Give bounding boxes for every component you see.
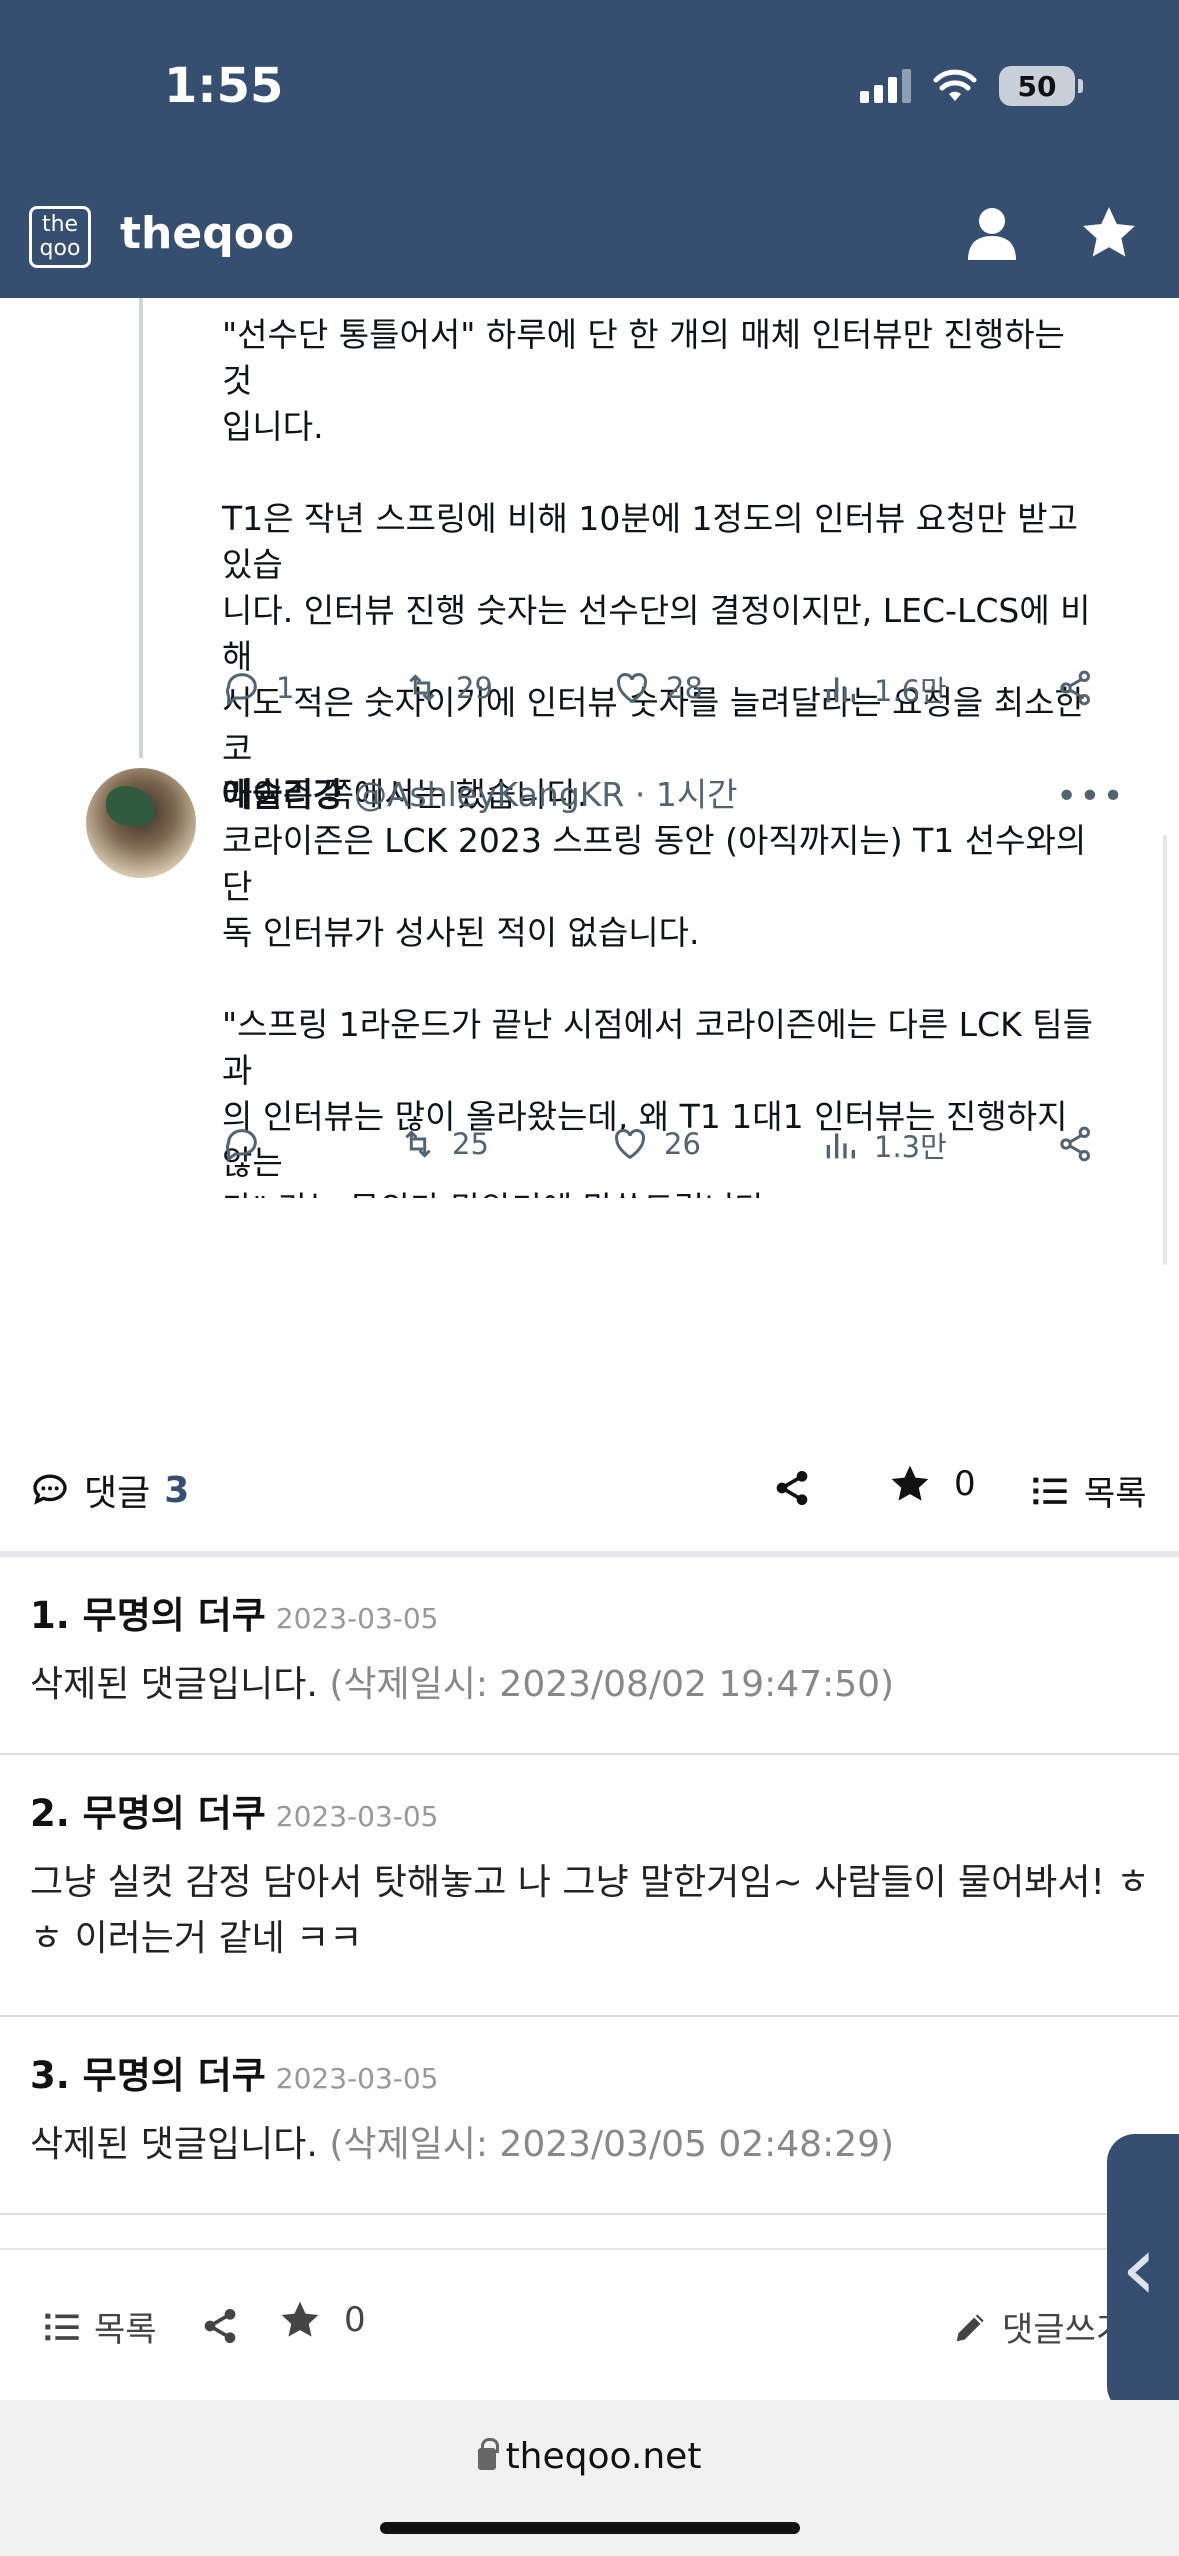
comment-header: 1. 무명의 더쿠 2023-03-05: [30, 1585, 439, 1639]
more-options-icon[interactable]: •••: [1056, 776, 1126, 817]
user-icon[interactable]: [966, 206, 1018, 262]
url-display[interactable]: theqoo.net: [0, 2436, 1179, 2477]
share-icon: [1060, 670, 1090, 706]
wifi-icon: [933, 69, 977, 101]
comment-body: 그냥 실컷 감정 담아서 탓해놓고 나 그냥 말한거임~ 사람들이 물어봐서! …: [30, 1862, 1150, 1959]
thread-line: [139, 298, 143, 758]
heart-icon: [614, 1128, 646, 1160]
reply-icon: [226, 673, 257, 706]
battery-icon: 50: [999, 66, 1083, 106]
retweet-icon: [405, 1130, 431, 1158]
retweet-icon: [409, 674, 435, 702]
bottom-action-bar: 목록 0 댓글쓰기: [0, 2248, 1179, 2400]
comment-item: 1. 무명의 더쿠 2023-03-05 삭제된 댓글입니다. (삭제일시: 20…: [0, 1557, 1179, 1755]
status-time: 1:55: [164, 58, 284, 114]
star-icon: [281, 2301, 319, 2337]
comments-bar: 댓글 3 0 목록: [0, 1454, 1179, 1526]
like-button[interactable]: 26: [610, 1124, 701, 1164]
star-icon[interactable]: [1078, 202, 1140, 264]
share-icon: [1060, 1126, 1090, 1162]
share-icon[interactable]: [772, 1468, 812, 1508]
tweet-author[interactable]: 애슐리강 @AshleyKangKR · 1시간: [222, 768, 738, 816]
browser-url-bar[interactable]: theqoo.net: [0, 2400, 1179, 2556]
retweet-button[interactable]: 29: [402, 668, 493, 708]
comment-header: 3. 무명의 더쿠 2023-03-05: [30, 2045, 439, 2099]
cellular-signal-icon: [860, 69, 911, 103]
comment-deleted-meta: (삭제일시: 2023/03/05 02:48:29): [329, 2124, 895, 2165]
home-indicator: [380, 2522, 800, 2534]
author-avatar[interactable]: [86, 768, 196, 878]
favorite-button[interactable]: 0: [888, 1462, 976, 1506]
list-icon: [1033, 1477, 1067, 1504]
comment-author: 2. 무명의 더쿠: [30, 1792, 266, 1835]
share-button[interactable]: [1056, 1124, 1096, 1164]
comment-author: 3. 무명의 더쿠: [30, 2054, 266, 2097]
tweet-actions-1: 1 29 28 1.6만: [222, 668, 1100, 718]
share-icon[interactable]: [200, 2306, 240, 2346]
views-button[interactable]: 1.3만: [820, 1124, 947, 1166]
bar-chart-icon: [826, 1133, 855, 1159]
favorite-count: 0: [954, 1464, 976, 1504]
list-button[interactable]: 목록: [1030, 1466, 1147, 1515]
reply-button[interactable]: 1: [222, 668, 294, 708]
star-icon: [891, 1465, 929, 1501]
status-icons: 50: [860, 66, 1083, 106]
comments-count-value: 3: [164, 1469, 190, 1511]
tweet-actions-2: 25 26 1.3만: [222, 1124, 1100, 1174]
bar-chart-icon: [826, 677, 855, 703]
comment-date: 2023-03-05: [275, 2062, 439, 2095]
author-name: 애슐리강: [222, 775, 344, 814]
comment-header: 2. 무명의 더쿠 2023-03-05: [30, 1783, 439, 1837]
favorite-button[interactable]: 0: [278, 2298, 366, 2342]
comment-body: 삭제된 댓글입니다. (삭제일시: 2023/03/05 02:48:29): [30, 2124, 895, 2165]
site-logo[interactable]: the qoo: [29, 206, 91, 268]
list-icon: [45, 2313, 79, 2340]
scrollbar[interactable]: [1163, 835, 1167, 1265]
site-title[interactable]: theqoo: [120, 208, 294, 259]
top-header: 1:55 50 the qoo theqoo: [0, 0, 1179, 298]
embedded-tweets: "선수단 통틀어서" 하루에 단 한 개의 매체 인터뷰만 진행하는 것 입니다…: [0, 298, 1179, 1198]
share-button[interactable]: [1056, 668, 1096, 708]
side-panel-toggle[interactable]: ‹: [1107, 2134, 1179, 2414]
comment-item: 3. 무명의 더쿠 2023-03-05 삭제된 댓글입니다. (삭제일시: 20…: [0, 2017, 1179, 2215]
comment-date: 2023-03-05: [275, 1800, 439, 1833]
comment-body: 삭제된 댓글입니다. (삭제일시: 2023/08/02 19:47:50): [30, 1664, 895, 1705]
comment-item: 2. 무명의 더쿠 2023-03-05 그냥 실컷 감정 담아서 탓해놓고 나 …: [0, 1755, 1179, 2017]
views-button[interactable]: 1.6만: [820, 668, 947, 710]
comment-bubble-icon: [33, 1474, 67, 1505]
write-comment-button[interactable]: 댓글쓰기: [952, 2302, 1127, 2351]
comments-label: 댓글: [84, 1473, 151, 1514]
comments-count[interactable]: 댓글 3: [30, 1464, 189, 1516]
pencil-icon: [956, 2313, 984, 2341]
comment-deleted-meta: (삭제일시: 2023/08/02 19:47:50): [329, 1664, 895, 1705]
author-handle: @AshleyKangKR · 1시간: [353, 775, 738, 814]
chevron-left-icon: ‹: [1121, 2216, 1157, 2321]
reply-icon: [226, 1129, 257, 1162]
retweet-button[interactable]: 25: [398, 1124, 489, 1164]
heart-icon: [616, 672, 648, 704]
lock-icon: [477, 2438, 499, 2470]
site-nav: the qoo theqoo: [0, 200, 1179, 298]
like-button[interactable]: 28: [612, 668, 703, 708]
comment-author: 1. 무명의 더쿠: [30, 1594, 266, 1637]
comment-date: 2023-03-05: [275, 1602, 439, 1635]
list-button[interactable]: 목록: [42, 2302, 157, 2351]
tweet-text-1: "선수단 통틀어서" 하루에 단 한 개의 매체 인터뷰만 진행하는 것 입니다…: [222, 315, 1091, 814]
reply-button[interactable]: [222, 1124, 276, 1164]
